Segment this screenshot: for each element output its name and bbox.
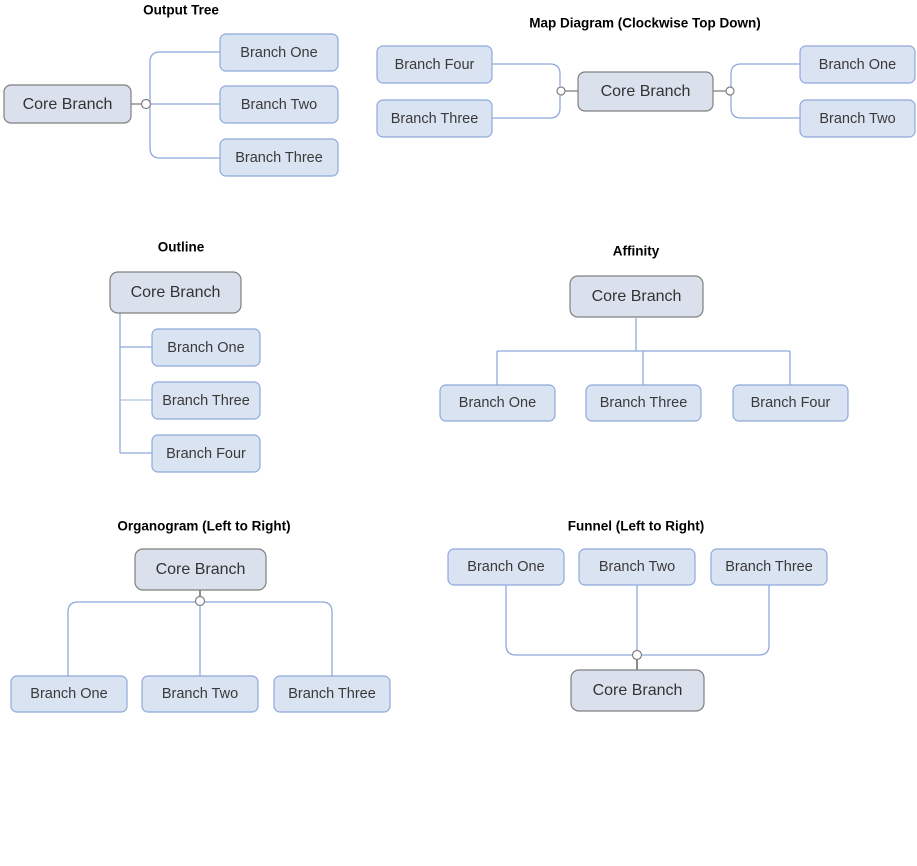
node-core-branch[interactable]: Core Branch [577,71,714,112]
diagram-title-outline: Outline [158,240,205,255]
connector-to-branch-three [149,104,220,159]
node-label: Branch Four [395,57,475,73]
node-branch-one[interactable]: Branch One [219,33,339,72]
node-branch-three[interactable]: Branch Three [710,548,828,586]
diagram-organogram: Organogram (Left to Right) Core Branch B… [10,519,391,713]
diagram-funnel: Funnel (Left to Right) Branch One Branch… [447,519,828,712]
node-label: Branch Three [162,393,250,409]
node-label: Branch One [819,57,896,73]
connector-to-branch-one [149,51,220,104]
node-label: Branch Three [391,111,479,127]
node-core-branch[interactable]: Core Branch [569,275,704,318]
diagram-affinity: Affinity Core Branch Branch One Branch T… [439,244,849,422]
diagram-title-affinity: Affinity [613,244,660,259]
diagram-outline: Outline Core Branch Branch One Branch Th… [109,240,261,473]
node-branch-one[interactable]: Branch One [10,675,128,713]
node-branch-three[interactable]: Branch Three [151,381,261,420]
node-core-branch[interactable]: Core Branch [570,669,705,712]
node-branch-four[interactable]: Branch Four [376,45,493,84]
connector-left-branch-three [492,96,561,119]
node-branch-one[interactable]: Branch One [151,328,261,367]
node-label: Core Branch [592,288,682,305]
node-branch-three[interactable]: Branch Three [376,99,493,138]
diagram-title-output-tree: Output Tree [143,3,219,18]
junction-node[interactable] [194,595,206,607]
node-label: Branch One [167,340,244,356]
node-branch-two[interactable]: Branch Two [799,99,916,138]
diagram-canvas: Output Tree Core Branch Branch One Branc… [3,3,916,713]
node-branch-four[interactable]: Branch Four [732,384,849,422]
node-label: Branch Two [162,686,238,702]
diagram-title-organogram: Organogram (Left to Right) [117,519,290,534]
node-label: Branch Four [751,395,831,411]
junction-node-right[interactable] [725,86,735,96]
connector-to-branch-three [200,601,333,676]
node-label: Branch Three [600,395,688,411]
node-label: Branch Three [235,150,323,166]
junction-node[interactable] [631,649,643,661]
node-branch-four[interactable]: Branch Four [151,434,261,473]
connector-from-branch-one [505,585,637,656]
node-branch-three[interactable]: Branch Three [585,384,702,422]
node-label: Branch Two [241,97,317,113]
node-branch-one[interactable]: Branch One [447,548,565,586]
node-core-branch[interactable]: Core Branch [3,84,132,124]
node-label: Branch Three [288,686,376,702]
junction-node-left[interactable] [556,86,566,96]
connector-right-branch-two [730,91,800,119]
node-label: Branch One [30,686,107,702]
diagram-title-map-diagram: Map Diagram (Clockwise Top Down) [529,16,761,31]
connector-from-branch-three [637,585,770,656]
node-label: Core Branch [131,284,221,301]
connector-right-branch-one [730,63,800,91]
node-label: Branch Two [819,111,895,127]
node-core-branch[interactable]: Core Branch [134,548,267,591]
diagram-output-tree: Output Tree Core Branch Branch One Branc… [3,3,339,177]
diagram-title-funnel: Funnel (Left to Right) [568,519,704,534]
node-label: Branch One [467,559,544,575]
node-label: Core Branch [23,96,113,113]
node-branch-one[interactable]: Branch One [439,384,556,422]
connector-to-branch-one [67,601,200,676]
node-branch-three[interactable]: Branch Three [273,675,391,713]
connector-left-branch-four [492,63,561,86]
node-label: Branch Two [599,559,675,575]
node-label: Core Branch [601,83,691,100]
node-branch-one[interactable]: Branch One [799,45,916,84]
node-label: Core Branch [593,682,683,699]
node-label: Core Branch [156,561,246,578]
junction-node[interactable] [140,98,152,110]
node-core-branch[interactable]: Core Branch [109,271,242,314]
node-label: Branch One [459,395,536,411]
diagram-map-diagram: Map Diagram (Clockwise Top Down) Branch … [376,16,916,138]
node-branch-two[interactable]: Branch Two [141,675,259,713]
node-label: Branch Three [725,559,813,575]
node-label: Branch Four [166,446,246,462]
node-branch-two[interactable]: Branch Two [219,85,339,124]
node-label: Branch One [240,45,317,61]
node-branch-two[interactable]: Branch Two [578,548,696,586]
node-branch-three[interactable]: Branch Three [219,138,339,177]
